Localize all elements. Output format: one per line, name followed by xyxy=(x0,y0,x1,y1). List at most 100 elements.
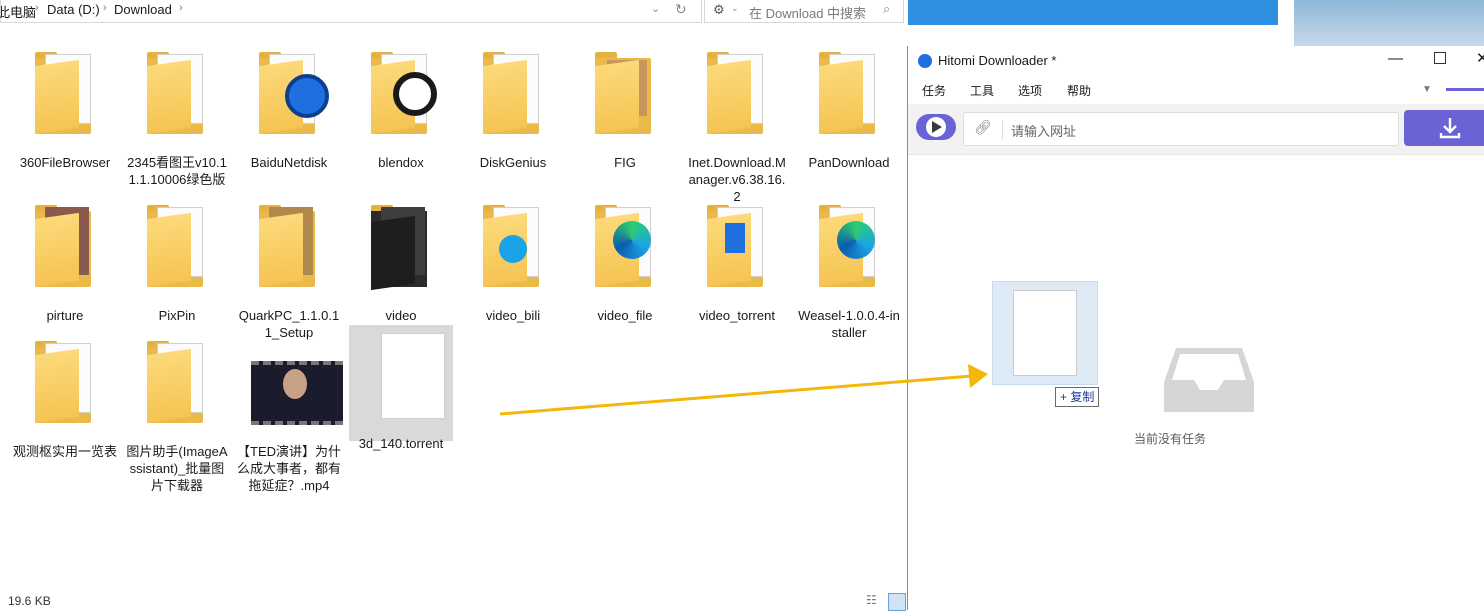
file-label: video_file xyxy=(597,308,653,323)
file-label: 观测枢实用一览表 xyxy=(13,444,118,459)
menu-bar: 任务 工具 选项 帮助 ▼ xyxy=(908,78,1484,102)
file-label: PanDownload xyxy=(808,155,890,170)
file-label: video_torrent xyxy=(699,308,775,323)
folder-item[interactable]: Inet.Download.Manager.v6.38.16.2 xyxy=(685,44,789,205)
status-bar: 19.6 KB ☷ xyxy=(0,592,908,611)
video-file-item[interactable]: 【TED演讲】为什么成大事者，都有拖延症？.mp4 xyxy=(237,333,343,494)
play-toggle[interactable] xyxy=(916,114,956,140)
menu-tools[interactable]: 工具 xyxy=(970,82,994,99)
folder-item[interactable]: pirture xyxy=(13,197,117,324)
breadcrumb-this-pc[interactable]: 此电脑 xyxy=(0,2,36,21)
app-logo-icon xyxy=(918,54,932,68)
accent-line xyxy=(1446,88,1484,91)
folder-item[interactable]: Weasel-1.0.0.4-installer xyxy=(797,197,901,341)
file-label: Weasel-1.0.0.4-installer xyxy=(798,308,900,340)
background-window-right xyxy=(1294,0,1484,46)
folder-icon xyxy=(137,44,217,144)
title-bar: Hitomi Downloader * — ✕ xyxy=(908,46,1484,76)
folder-icon xyxy=(585,44,665,144)
folder-item[interactable]: video_torrent xyxy=(685,197,789,324)
copy-tooltip: + 复制 xyxy=(1055,387,1100,407)
folder-icon xyxy=(473,44,553,144)
file-explorer-window: 此电脑 › Data (D:) › Download › ⌄ ↻ ⚙ ⌄ 在 D… xyxy=(0,0,908,611)
window-title: Hitomi Downloader * xyxy=(938,53,1057,68)
file-label: 图片助手(ImageAssistant)_批量图片下载器 xyxy=(126,444,228,493)
chevron-down-icon[interactable]: ▼ xyxy=(1422,84,1432,95)
refresh-icon[interactable]: ↻ xyxy=(675,1,687,18)
video-thumbnail-icon xyxy=(249,333,343,433)
file-label: FIG xyxy=(614,155,636,170)
folder-icon xyxy=(25,333,105,433)
search-icon[interactable]: ⌕ xyxy=(883,1,890,17)
folder-item[interactable]: 360FileBrowser xyxy=(13,44,117,171)
folder-item[interactable]: PixPin xyxy=(125,197,229,324)
large-icons-view-icon[interactable] xyxy=(888,593,906,611)
copy-label: 复制 xyxy=(1070,390,1095,404)
file-label: video xyxy=(385,308,417,323)
folder-item[interactable]: 2345看图王v10.11.1.10006绿色版 xyxy=(125,44,229,188)
file-label: DiskGenius xyxy=(479,155,547,170)
url-input[interactable]: 🔗︎ 请输入网址 xyxy=(963,112,1399,146)
plus-icon: + xyxy=(1060,390,1068,404)
search-placeholder: 在 Download 中搜索 xyxy=(749,6,867,21)
folder-item[interactable]: 图片助手(ImageAssistant)_批量图片下载器 xyxy=(125,333,229,494)
file-label: 360FileBrowser xyxy=(19,155,111,170)
empty-message: 当前没有任务 xyxy=(1134,432,1207,446)
folder-icon xyxy=(249,197,329,297)
play-icon xyxy=(926,117,946,137)
file-label: BaiduNetdisk xyxy=(250,155,328,170)
file-icon xyxy=(361,333,445,433)
maximize-icon[interactable] xyxy=(1434,52,1446,64)
breadcrumb-drive[interactable]: Data (D:) xyxy=(47,2,100,17)
folder-item[interactable]: video_file xyxy=(573,197,677,324)
folder-item[interactable]: DiskGenius xyxy=(461,44,565,171)
drag-ghost xyxy=(992,281,1098,385)
file-label: PixPin xyxy=(158,308,196,323)
menu-options[interactable]: 选项 xyxy=(1018,82,1042,99)
empty-inbox-icon xyxy=(1164,348,1254,412)
url-placeholder: 请输入网址 xyxy=(1002,121,1076,140)
chevron-down-icon[interactable]: ⌄ xyxy=(731,3,739,14)
folder-icon xyxy=(697,44,777,144)
file-label: 2345看图王v10.11.1.10006绿色版 xyxy=(127,155,227,187)
folder-icon xyxy=(697,197,777,297)
folder-item[interactable]: blendox xyxy=(349,44,453,171)
folder-item[interactable]: video xyxy=(349,197,453,324)
address-bar[interactable]: 此电脑 › Data (D:) › Download › ⌄ ↻ xyxy=(0,0,702,23)
status-size: 19.6 KB xyxy=(8,594,51,608)
folder-item[interactable]: video_bili xyxy=(461,197,565,324)
menu-help[interactable]: 帮助 xyxy=(1067,82,1091,99)
folder-item[interactable]: QuarkPC_1.1.0.11_Setup xyxy=(237,197,341,341)
chevron-right-icon: › xyxy=(103,2,107,14)
settings-icon[interactable]: ⚙ xyxy=(713,2,725,18)
link-icon: 🔗︎ xyxy=(974,119,992,135)
folder-item[interactable]: 观测枢实用一览表 xyxy=(13,333,117,460)
file-label: video_bili xyxy=(485,308,541,323)
menu-task[interactable]: 任务 xyxy=(922,82,946,99)
folder-item[interactable]: BaiduNetdisk xyxy=(237,44,341,171)
close-icon[interactable]: ✕ xyxy=(1476,49,1484,67)
file-label: 3d_140.torrent xyxy=(358,436,444,451)
folder-icon xyxy=(473,197,553,297)
file-icon xyxy=(1013,290,1077,376)
breadcrumb-download[interactable]: Download xyxy=(114,2,172,17)
folder-icon xyxy=(809,197,889,297)
folder-icon xyxy=(25,197,105,297)
minimize-icon[interactable]: — xyxy=(1388,50,1403,67)
folder-item[interactable]: PanDownload xyxy=(797,44,901,171)
background-window xyxy=(908,0,1278,25)
file-label: blendox xyxy=(378,155,424,170)
folder-item[interactable]: FIG xyxy=(573,44,677,171)
details-view-icon[interactable]: ☷ xyxy=(866,593,877,607)
search-input[interactable]: ⚙ ⌄ 在 Download 中搜索 ⌕ xyxy=(704,0,904,23)
folder-icon xyxy=(809,44,889,144)
chevron-down-icon[interactable]: ⌄ xyxy=(651,2,660,15)
folder-icon xyxy=(249,44,329,144)
download-button[interactable] xyxy=(1404,110,1484,146)
download-icon xyxy=(1439,118,1461,139)
file-item-selected[interactable]: 3d_140.torrent xyxy=(349,325,453,451)
chevron-right-icon: › xyxy=(35,2,39,14)
file-label: pirture xyxy=(46,308,84,323)
toolbar: 🔗︎ 请输入网址 xyxy=(908,104,1484,154)
folder-icon xyxy=(585,197,665,297)
